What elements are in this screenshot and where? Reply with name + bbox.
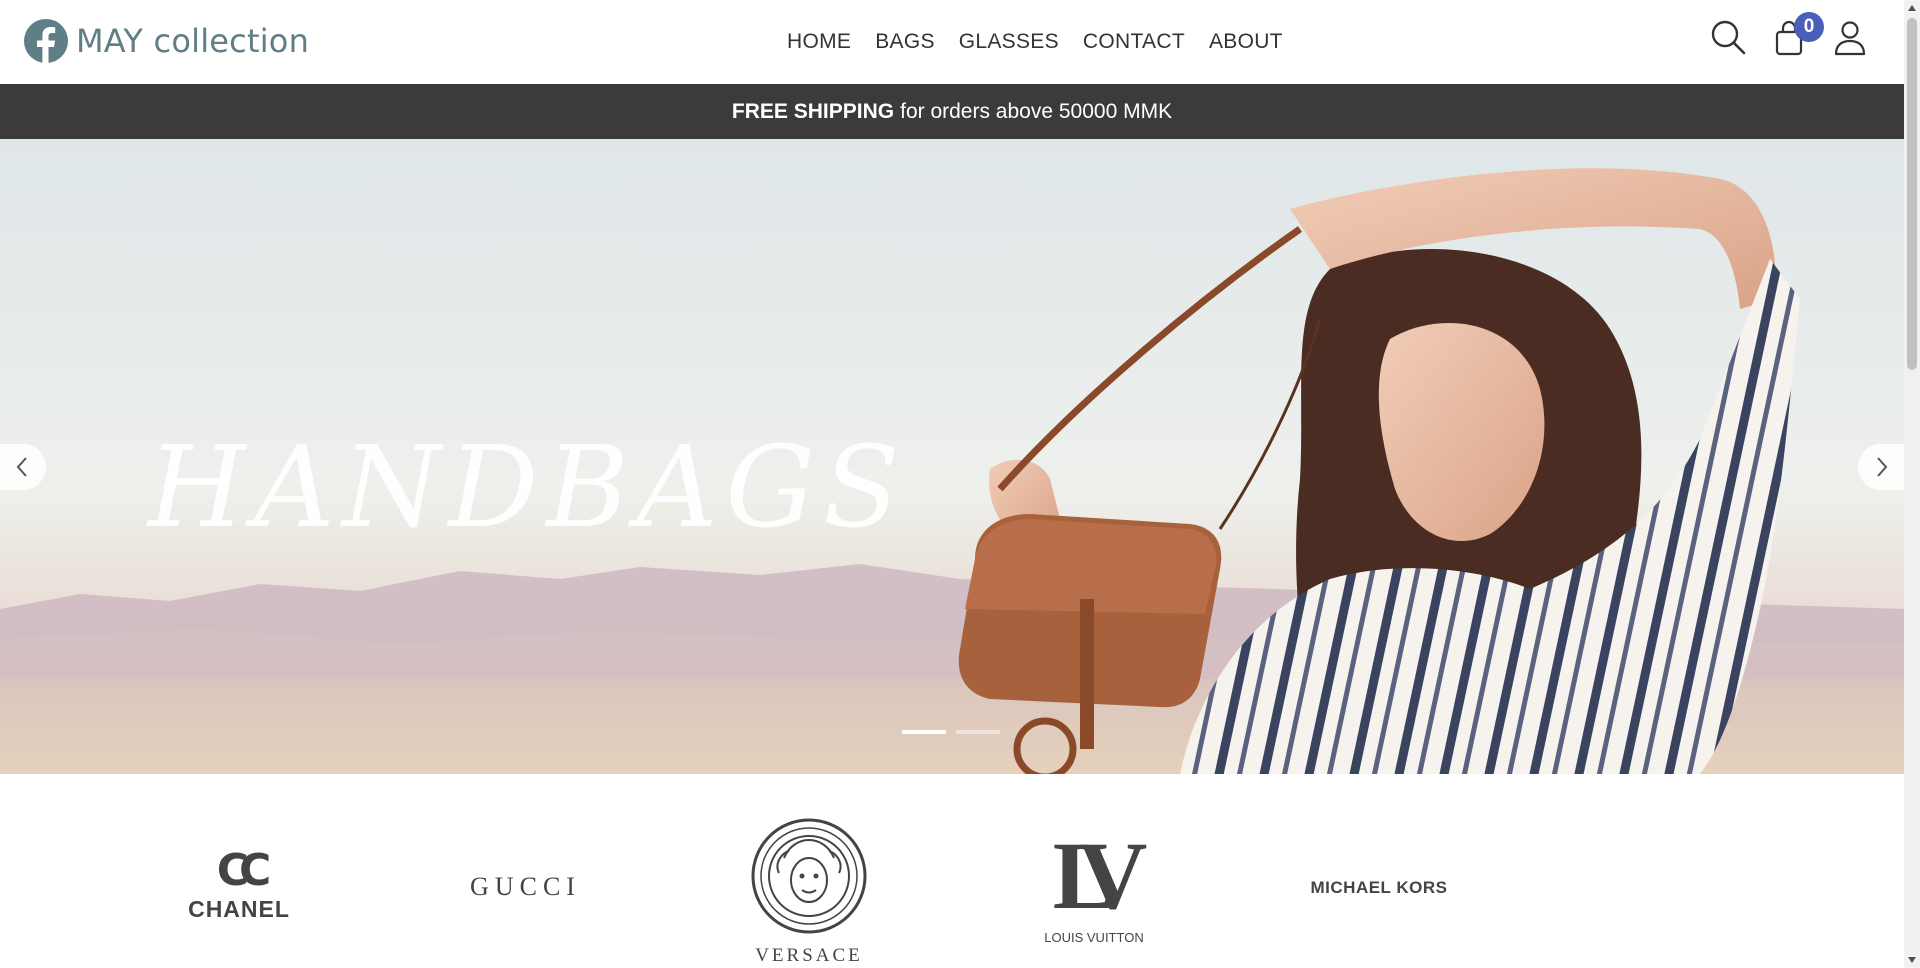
chanel-logo[interactable]: CC CHANEL [178,846,300,926]
carousel-indicators [902,730,1010,734]
page-scrollbar[interactable] [1904,0,1920,968]
carousel-prev-button[interactable] [0,444,46,490]
triangle-down-icon [1908,957,1916,963]
nav-bags[interactable]: BAGS [875,30,935,54]
scroll-up-button[interactable] [1904,0,1920,16]
cart-count-badge: 0 [1794,12,1824,42]
lv-mark: LV [1052,822,1148,929]
free-shipping-banner: FREE SHIPPING for orders above 50000 MMK [0,84,1904,139]
brand-name: MAY collection [76,22,310,60]
hero-carousel: HANDBAGS [0,139,1904,774]
michael-kors-logo[interactable]: MICHAEL KORS [1310,878,1448,902]
scroll-down-button[interactable] [1904,952,1920,968]
nav-contact[interactable]: CONTACT [1083,30,1185,54]
search-icon[interactable] [1709,18,1749,58]
triangle-up-icon [1908,5,1916,11]
brand-logos: CC CHANEL GUCCI VERSACE LV LOUIS VUITTON… [0,774,1904,968]
versace-wordmark: VERSACE [755,945,863,966]
carousel-dot-1[interactable] [902,730,946,734]
user-icon[interactable] [1830,18,1870,58]
carousel-dot-2[interactable] [956,730,1000,734]
scroll-thumb[interactable] [1907,18,1917,370]
promo-text: for orders above 50000 MMK [900,99,1173,123]
michael-kors-wordmark: MICHAEL KORS [1310,878,1448,897]
louis-vuitton-logo[interactable]: LV LOUIS VUITTON [1040,826,1148,956]
medusa-icon [751,818,867,934]
versace-logo[interactable]: VERSACE [744,818,874,966]
nav-glasses[interactable]: GLASSES [959,30,1059,54]
main-nav: HOME BAGS GLASSES CONTACT ABOUT [787,30,1283,54]
nav-home[interactable]: HOME [787,30,851,54]
nav-about[interactable]: ABOUT [1209,30,1283,54]
chevron-left-icon [16,457,27,477]
facebook-icon [24,19,68,63]
gucci-wordmark: GUCCI [470,872,581,901]
header-icons: 0 [1704,12,1904,62]
site-header: MAY collection HOME BAGS GLASSES CONTACT… [0,0,1904,84]
gucci-logo[interactable]: GUCCI [458,872,593,902]
brand-logo-link[interactable]: MAY collection [24,19,309,63]
chanel-mark: CC [216,845,272,896]
chanel-wordmark: CHANEL [188,896,290,922]
promo-bold: FREE SHIPPING [731,99,895,123]
louis-vuitton-wordmark: LOUIS VUITTON [1044,930,1144,945]
carousel-next-button[interactable] [1858,444,1904,490]
hero-title: HANDBAGS [148,423,908,553]
chevron-right-icon [1877,457,1888,477]
